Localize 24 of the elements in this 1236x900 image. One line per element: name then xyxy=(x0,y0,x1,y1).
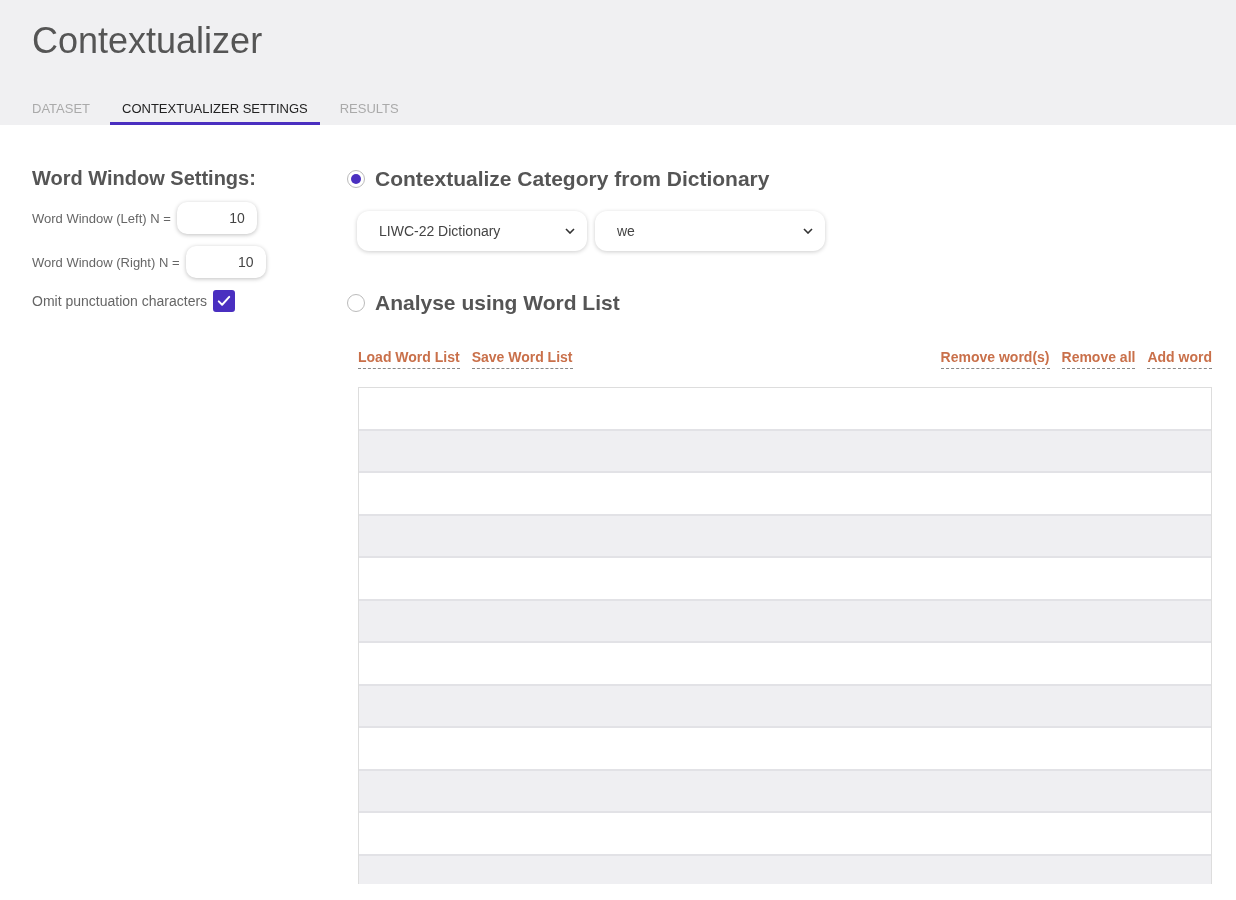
option-label: Analyse using Word List xyxy=(375,291,620,315)
chevron-down-icon xyxy=(803,228,813,234)
field-label: Word Window (Right) N = xyxy=(32,254,180,270)
checkbox[interactable] xyxy=(213,290,236,312)
action-link[interactable]: Save Word List xyxy=(471,349,573,369)
section-heading: Word Window Settings: xyxy=(32,167,257,190)
number-field[interactable]: 10 xyxy=(176,202,257,234)
action-link[interactable]: Load Word List xyxy=(358,349,460,369)
dictionary-dropdown[interactable]: LIWC-22 Dictionary xyxy=(357,211,587,251)
category-dropdown[interactable]: we xyxy=(595,211,825,251)
action-link[interactable]: Add word xyxy=(1147,349,1212,369)
radio-button[interactable] xyxy=(347,170,365,188)
number-field[interactable]: 10 xyxy=(185,246,266,278)
field-label: Word Window (Left) N = xyxy=(32,210,171,226)
checkbox-label: Omit punctuation characters xyxy=(32,293,208,309)
action-link[interactable]: Remove all xyxy=(1061,349,1136,369)
app-title: Contextualizer xyxy=(32,20,264,62)
tab[interactable]: DATASET xyxy=(20,101,103,125)
radio-button[interactable] xyxy=(347,294,365,312)
option-label: Contextualize Category from Dictionary xyxy=(375,167,770,191)
action-link[interactable]: Remove word(s) xyxy=(940,349,1050,369)
tab[interactable]: CONTEXTUALIZER SETTINGS xyxy=(110,101,320,125)
chevron-down-icon xyxy=(565,228,575,234)
tab[interactable]: RESULTS xyxy=(327,101,411,125)
